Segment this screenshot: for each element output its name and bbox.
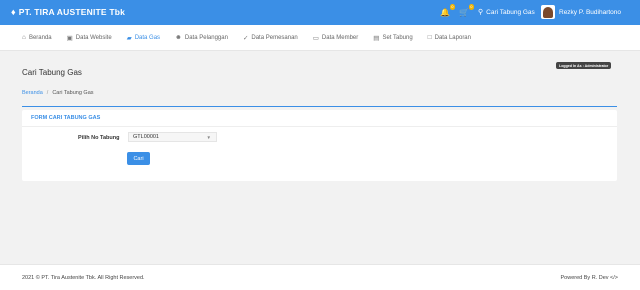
page-title: Cari Tabung Gas	[22, 68, 82, 77]
nav-item-data-pelanggan[interactable]: ☻ Data Pelanggan	[175, 34, 228, 41]
cart-icon: ✓	[242, 34, 249, 42]
breadcrumb-current: Cari Tabung Gas	[52, 90, 94, 96]
search-form-card: FORM CARI TABUNG GAS Pilih No Tabung GTL…	[22, 110, 617, 181]
nav-item-data-website[interactable]: ▣ Data Website	[67, 34, 112, 42]
nav-label: Data Pelanggan	[184, 34, 228, 41]
search-tabung-link[interactable]: ⚲ Cari Tabung Gas	[478, 8, 535, 17]
user-name: Rezky P. Budihartono	[559, 8, 622, 16]
notification-bell-icon[interactable]: 🔔 0	[440, 4, 455, 17]
nav-label: Beranda	[28, 34, 52, 41]
top-header: ♦ PT. TIRA AUSTENITE Tbk 🔔 0 🛒 0 ⚲ Cari Ta…	[0, 0, 640, 25]
user-menu[interactable]: Rezky P. Budihartono	[541, 5, 621, 19]
chevron-down-icon: ▼	[206, 134, 211, 140]
cart-icon[interactable]: 🛒 0	[459, 4, 474, 17]
nav-label: Data Pemesanan	[251, 34, 298, 41]
nav-item-data-pemesanan[interactable]: ✓ Data Pemesanan	[243, 34, 298, 42]
breadcrumb-home-link[interactable]: Beranda	[22, 90, 43, 96]
nav-item-beranda[interactable]: ⌂ Beranda	[22, 34, 52, 41]
nav-label: Data Member	[321, 34, 359, 41]
nav-item-data-laporan[interactable]: □ Data Laporan	[428, 34, 471, 41]
tabung-select[interactable]: GTL00001 ▼	[128, 132, 217, 142]
users-icon: ☻	[175, 34, 182, 41]
cart-badge: 0	[468, 4, 474, 10]
nav-item-data-member[interactable]: ▭ Data Member	[313, 34, 359, 42]
home-icon: ⌂	[22, 34, 26, 41]
card-icon: ▭	[312, 34, 319, 42]
brand[interactable]: ♦ PT. TIRA AUSTENITE Tbk	[11, 7, 125, 17]
search-icon: ⚲	[478, 9, 484, 16]
nav-label: Data Gas	[134, 34, 161, 41]
calendar-icon: ▤	[373, 34, 380, 42]
nav-label: Data Laporan	[434, 34, 471, 41]
tabung-field-label: Pilih No Tabung	[78, 135, 120, 141]
footer-copyright: 2021 © PT. Tira Austenite Tbk. All Right…	[22, 275, 145, 281]
search-button[interactable]: Cari	[127, 152, 150, 165]
breadcrumb-separator: /	[46, 90, 49, 96]
footer-powered-by: Powered By R. Dev </>	[560, 275, 618, 281]
footer: 2021 © PT. Tira Austenite Tbk. All Right…	[0, 264, 640, 290]
brand-name: PT. TIRA AUSTENITE Tbk	[18, 7, 126, 17]
notification-badge: 0	[449, 4, 455, 10]
login-status-badge: Logged In As : Administrator	[556, 62, 612, 69]
breadcrumb: Beranda / Cari Tabung Gas	[22, 90, 94, 96]
image-icon: ▣	[66, 34, 73, 42]
title-divider	[22, 106, 617, 107]
nav-item-data-gas[interactable]: ▰ Data Gas	[127, 34, 160, 42]
file-icon: □	[427, 34, 432, 41]
nav-label: Set Tabung	[382, 34, 413, 41]
card-divider	[22, 126, 617, 127]
gas-icon: ▰	[126, 34, 132, 42]
main-nav: ⌂ Beranda ▣ Data Website ▰ Data Gas ☻ Data P…	[0, 25, 640, 51]
avatar	[541, 5, 555, 19]
flame-icon: ♦	[11, 7, 16, 17]
nav-label: Data Website	[75, 34, 112, 41]
tabung-select-value: GTL00001	[133, 134, 159, 140]
nav-item-set-tabung[interactable]: ▤ Set Tabung	[373, 34, 412, 42]
search-link-label: Cari Tabung Gas	[486, 8, 535, 16]
form-title: FORM CARI TABUNG GAS	[31, 115, 101, 121]
